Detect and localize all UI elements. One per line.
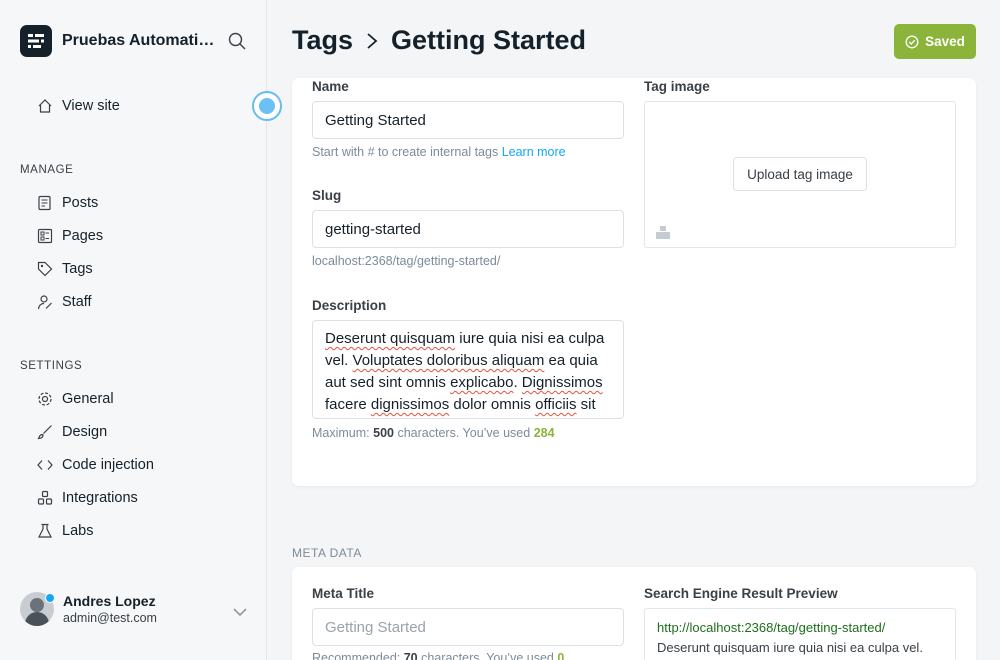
chevron-down-icon[interactable] — [232, 604, 248, 616]
tag-icon — [36, 260, 54, 278]
code-icon — [36, 456, 54, 474]
sidebar-item-label: Code injection — [62, 457, 154, 473]
pages-icon — [36, 227, 54, 245]
meta-title-label: Meta Title — [312, 586, 375, 601]
home-icon — [36, 97, 54, 115]
sidebar-item-integrations[interactable]: Integrations — [36, 486, 138, 510]
check-circle-icon — [905, 35, 919, 48]
sidebar-item-label: View site — [62, 98, 120, 114]
tag-title: Getting Started — [391, 25, 587, 55]
chevron-right-icon — [365, 31, 379, 51]
meta-counter-prefix: Recommended: — [312, 651, 401, 660]
sidebar-item-design[interactable]: Design — [36, 420, 107, 444]
staff-icon — [36, 293, 54, 311]
meta-title-input[interactable]: Getting Started — [312, 608, 624, 646]
slug-input[interactable]: getting-started — [312, 210, 624, 248]
counter-max: 500 — [373, 426, 394, 440]
serp-label: Search Engine Result Preview — [644, 586, 838, 601]
name-hint-text: Start with # to create internal tags — [312, 145, 499, 159]
description-label: Description — [312, 298, 387, 313]
posts-icon — [36, 194, 54, 212]
manage-heading: MANAGE — [20, 164, 74, 176]
sidebar-item-label: Posts — [62, 195, 99, 211]
user-menu[interactable]: Andres Lopez admin@test.com — [20, 592, 157, 626]
image-placeholder-icon — [655, 224, 671, 240]
sidebar-item-view-site[interactable]: View site — [36, 94, 120, 118]
search-preview: http://localhost:2368/tag/getting-starte… — [644, 608, 956, 660]
sidebar-item-label: Design — [62, 424, 108, 440]
sidebar-item-pages[interactable]: Pages — [36, 224, 103, 248]
saved-label: Saved — [925, 34, 965, 49]
sidebar-item-label: Labs — [62, 523, 94, 539]
learn-more-link[interactable]: Learn more — [502, 145, 566, 159]
onboarding-pulse[interactable] — [252, 91, 282, 121]
counter-prefix: Maximum: — [312, 426, 370, 440]
counter-used: 284 — [533, 426, 555, 440]
upload-tag-image-button[interactable]: Upload tag image — [733, 157, 867, 191]
brand-name: Pruebas Automatizadas — [62, 32, 217, 49]
saved-button[interactable]: Saved — [894, 24, 976, 59]
sidebar-item-label: Tags — [62, 261, 93, 277]
sidebar-item-posts[interactable]: Posts — [36, 191, 98, 215]
description-counter: Maximum: 500 characters. You’ve used 284 — [312, 426, 555, 440]
slug-url: localhost:2368/tag/getting-started/ — [312, 254, 501, 268]
sidebar-item-tags[interactable]: Tags — [36, 257, 93, 281]
slug-label: Slug — [312, 188, 342, 203]
integrations-icon — [36, 489, 54, 507]
description-line: aut sed sint omnis explicabo. Dignissimo… — [325, 374, 603, 391]
name-hint: Start with # to create internal tags Lea… — [312, 145, 566, 159]
name-input[interactable]: Getting Started — [312, 101, 624, 139]
user-name: Andres Lopez — [63, 593, 156, 609]
meta-counter-used: 0 — [557, 651, 565, 660]
gear-icon — [36, 390, 54, 408]
tag-image-label: Tag image — [644, 79, 710, 94]
brand[interactable]: Pruebas Automatizadas — [20, 25, 217, 57]
counter-mid: characters. You’ve used — [397, 426, 531, 440]
brush-icon — [36, 423, 54, 441]
notification-dot — [45, 593, 55, 603]
sidebar-item-label: Pages — [62, 228, 104, 244]
brand-logo-icon — [20, 25, 52, 57]
sidebar-item-label: Integrations — [62, 490, 138, 506]
meta-counter-max: 70 — [403, 651, 418, 660]
name-label: Name — [312, 79, 349, 94]
sidebar-item-code-injection[interactable]: Code injection — [36, 453, 154, 477]
description-line: Deserunt quisquam iure quia nisi ea culp… — [325, 330, 605, 347]
meta-title-counter: Recommended: 70 characters. You’ve used … — [312, 651, 564, 660]
meta-data-heading: META DATA — [292, 546, 362, 560]
flask-icon — [36, 522, 54, 540]
sidebar-item-labs[interactable]: Labs — [36, 519, 93, 543]
user-email: admin@test.com — [63, 611, 157, 625]
description-textarea[interactable]: Deserunt quisquam iure quia nisi ea culp… — [312, 320, 624, 419]
description-line: facere dignissimos dolor omnis officiis … — [325, 396, 596, 413]
sidebar-item-staff[interactable]: Staff — [36, 290, 92, 314]
settings-heading: SETTINGS — [20, 360, 83, 372]
sidebar-item-label: General — [62, 391, 114, 407]
search-icon[interactable] — [228, 32, 248, 52]
description-line: vel. Voluptates doloribus aliquam ea qui… — [325, 352, 598, 369]
sidebar: Pruebas Automatizadas View site MANAGE P… — [0, 0, 267, 660]
page-title: Tags Getting Started — [292, 25, 586, 56]
meta-counter-mid: characters. You’ve used — [421, 651, 554, 660]
sidebar-item-general[interactable]: General — [36, 387, 114, 411]
serp-description: Deserunt quisquam iure quia nisi ea culp… — [657, 640, 923, 655]
sidebar-item-label: Staff — [62, 294, 92, 310]
serp-url: http://localhost:2368/tag/getting-starte… — [657, 620, 886, 635]
breadcrumb-tags[interactable]: Tags — [292, 25, 353, 56]
